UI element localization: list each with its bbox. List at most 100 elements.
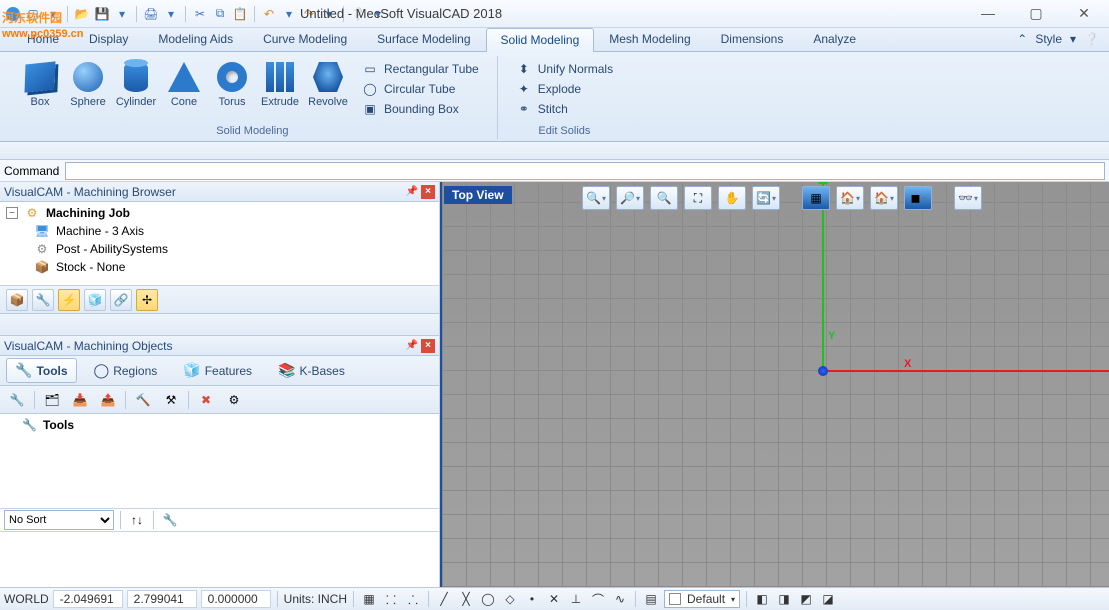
- tab-display[interactable]: Display: [74, 27, 143, 51]
- home-view-button[interactable]: 🏠▾: [870, 186, 898, 210]
- paste-icon[interactable]: 📋: [231, 5, 249, 23]
- pin-icon[interactable]: 📌: [405, 185, 419, 199]
- tab-modeling-aids[interactable]: Modeling Aids: [143, 27, 248, 51]
- orbit-button[interactable]: 🔄▾: [752, 186, 780, 210]
- zoom-out-button[interactable]: 🔍▾: [582, 186, 610, 210]
- zoom-extents-button[interactable]: ⛶: [684, 186, 712, 210]
- tab-dimensions[interactable]: Dimensions: [706, 27, 799, 51]
- collapse-icon[interactable]: −: [6, 207, 18, 219]
- ribbon-minimize-icon[interactable]: ⌃: [1017, 32, 1027, 46]
- torus-button[interactable]: Torus: [210, 58, 254, 120]
- tb-btn-5[interactable]: 🔗: [110, 289, 132, 311]
- tb-btn-3[interactable]: ⚡: [58, 289, 80, 311]
- box-button[interactable]: Box: [18, 58, 62, 120]
- pan-button[interactable]: ✋: [718, 186, 746, 210]
- osnap-tan-icon[interactable]: ⌒: [589, 590, 607, 608]
- panel-close-button[interactable]: ×: [421, 185, 435, 199]
- tb-btn-1[interactable]: 📦: [6, 289, 28, 311]
- tab-surface-modeling[interactable]: Surface Modeling: [362, 27, 485, 51]
- tb-btn-4[interactable]: 🧊: [84, 289, 106, 311]
- cylinder-button[interactable]: Cylinder: [114, 58, 158, 120]
- copy-icon[interactable]: ⧉: [211, 5, 229, 23]
- obj-tb-2[interactable]: 🗂: [41, 389, 63, 411]
- maximize-button[interactable]: ▢: [1021, 5, 1051, 22]
- osnap-end-icon[interactable]: ╱: [435, 590, 453, 608]
- grid-toggle-icon[interactable]: ▦: [360, 590, 378, 608]
- sb-tool-3[interactable]: ◩: [797, 590, 815, 608]
- view-label[interactable]: Top View: [444, 186, 512, 204]
- glasses-button[interactable]: 👓▾: [954, 186, 982, 210]
- tree-root-row[interactable]: − ⚙ Machining Job: [4, 204, 435, 222]
- tab-features[interactable]: 🧊Features: [174, 358, 261, 383]
- obj-tb-3[interactable]: 📥: [69, 389, 91, 411]
- explode-button[interactable]: ✦Explode: [512, 80, 617, 98]
- tab-solid-modeling[interactable]: Solid Modeling: [486, 28, 595, 52]
- obj-tb-4[interactable]: 📤: [97, 389, 119, 411]
- sb-tool-1[interactable]: ◧: [753, 590, 771, 608]
- obj-tb-7[interactable]: ✖: [195, 389, 217, 411]
- obj-tb-1[interactable]: 🔧: [6, 389, 28, 411]
- unify-normals-button[interactable]: ⬍Unify Normals: [512, 60, 617, 78]
- tree-node-machine[interactable]: 🖥Machine - 3 Axis: [4, 222, 435, 240]
- undo-icon[interactable]: ↶: [260, 5, 278, 23]
- osnap-quad-icon[interactable]: ◇: [501, 590, 519, 608]
- sort-asc-button[interactable]: ↑↓: [127, 510, 147, 530]
- command-input[interactable]: [65, 162, 1105, 180]
- sb-tool-2[interactable]: ◨: [775, 590, 793, 608]
- bounding-box-button[interactable]: ▣Bounding Box: [358, 100, 483, 118]
- panel-close-button[interactable]: ×: [421, 339, 435, 353]
- pin-icon[interactable]: 📌: [405, 339, 419, 353]
- close-button[interactable]: ✕: [1069, 5, 1099, 22]
- snap2-icon[interactable]: ⸫: [404, 590, 422, 608]
- new-drop-icon[interactable]: ▾: [44, 5, 62, 23]
- shade-button[interactable]: ◼▾: [904, 186, 932, 210]
- sort-tool-button[interactable]: 🔧: [160, 510, 180, 530]
- tree-node-stock[interactable]: 📦Stock - None: [4, 258, 435, 276]
- osnap-perp-icon[interactable]: ⊥: [567, 590, 585, 608]
- zoom-in-button[interactable]: 🔎▾: [616, 186, 644, 210]
- app-icon[interactable]: [4, 5, 22, 23]
- front-view-button[interactable]: ▦: [802, 186, 830, 210]
- cone-button[interactable]: Cone: [162, 58, 206, 120]
- save-drop-icon[interactable]: ▾: [113, 5, 131, 23]
- minimize-button[interactable]: —: [973, 5, 1003, 22]
- tab-home[interactable]: Home: [12, 27, 74, 51]
- revolve-button[interactable]: Revolve: [306, 58, 350, 120]
- sphere-button[interactable]: Sphere: [66, 58, 110, 120]
- ribbon-help-icon[interactable]: ❔: [1084, 32, 1099, 46]
- tree-node-post[interactable]: ⚙Post - AbilitySystems: [4, 240, 435, 258]
- osnap-point-icon[interactable]: •: [523, 590, 541, 608]
- osnap-near-icon[interactable]: ∿: [611, 590, 629, 608]
- cut-icon[interactable]: ✂: [191, 5, 209, 23]
- new-icon[interactable]: ▢: [24, 5, 42, 23]
- tb-btn-2[interactable]: 🔧: [32, 289, 54, 311]
- snap-icon[interactable]: ⸬: [382, 590, 400, 608]
- osnap-int-icon[interactable]: ✕: [545, 590, 563, 608]
- extrude-button[interactable]: Extrude: [258, 58, 302, 120]
- osnap-mid-icon[interactable]: ╳: [457, 590, 475, 608]
- print-drop-icon[interactable]: ▾: [162, 5, 180, 23]
- tab-curve-modeling[interactable]: Curve Modeling: [248, 27, 362, 51]
- print-icon[interactable]: 🖨: [142, 5, 160, 23]
- zoom-window-button[interactable]: 🔍: [650, 186, 678, 210]
- tab-regions[interactable]: ◯Regions: [85, 358, 167, 383]
- undo-drop-icon[interactable]: ▾: [280, 5, 298, 23]
- osnap-cen-icon[interactable]: ◯: [479, 590, 497, 608]
- obj-tb-5[interactable]: 🔨: [132, 389, 154, 411]
- layer-combo[interactable]: Default ▾: [664, 590, 740, 608]
- style-menu-drop-icon[interactable]: ▾: [1070, 32, 1076, 46]
- rectangular-tube-button[interactable]: ▭Rectangular Tube: [358, 60, 483, 78]
- viewport[interactable]: X Y Top View 🔍▾ 🔎▾ 🔍 ⛶ ✋ 🔄▾ ▦ 🏠▾ 🏠▾ ◼▾ 👓…: [440, 182, 1109, 587]
- tab-mesh-modeling[interactable]: Mesh Modeling: [594, 27, 705, 51]
- layer-icon[interactable]: ▤: [642, 590, 660, 608]
- save-icon[interactable]: 💾: [93, 5, 111, 23]
- tools-tree-root[interactable]: 🔧 Tools: [6, 418, 433, 432]
- sort-select[interactable]: No Sort: [4, 510, 114, 530]
- tab-kbases[interactable]: 📚K-Bases: [269, 358, 354, 383]
- open-icon[interactable]: 📂: [73, 5, 91, 23]
- obj-tb-8[interactable]: ⚙: [223, 389, 245, 411]
- sb-tool-4[interactable]: ◪: [819, 590, 837, 608]
- style-menu[interactable]: Style: [1035, 32, 1062, 46]
- tab-analyze[interactable]: Analyze: [798, 27, 871, 51]
- obj-tb-6[interactable]: ⚒: [160, 389, 182, 411]
